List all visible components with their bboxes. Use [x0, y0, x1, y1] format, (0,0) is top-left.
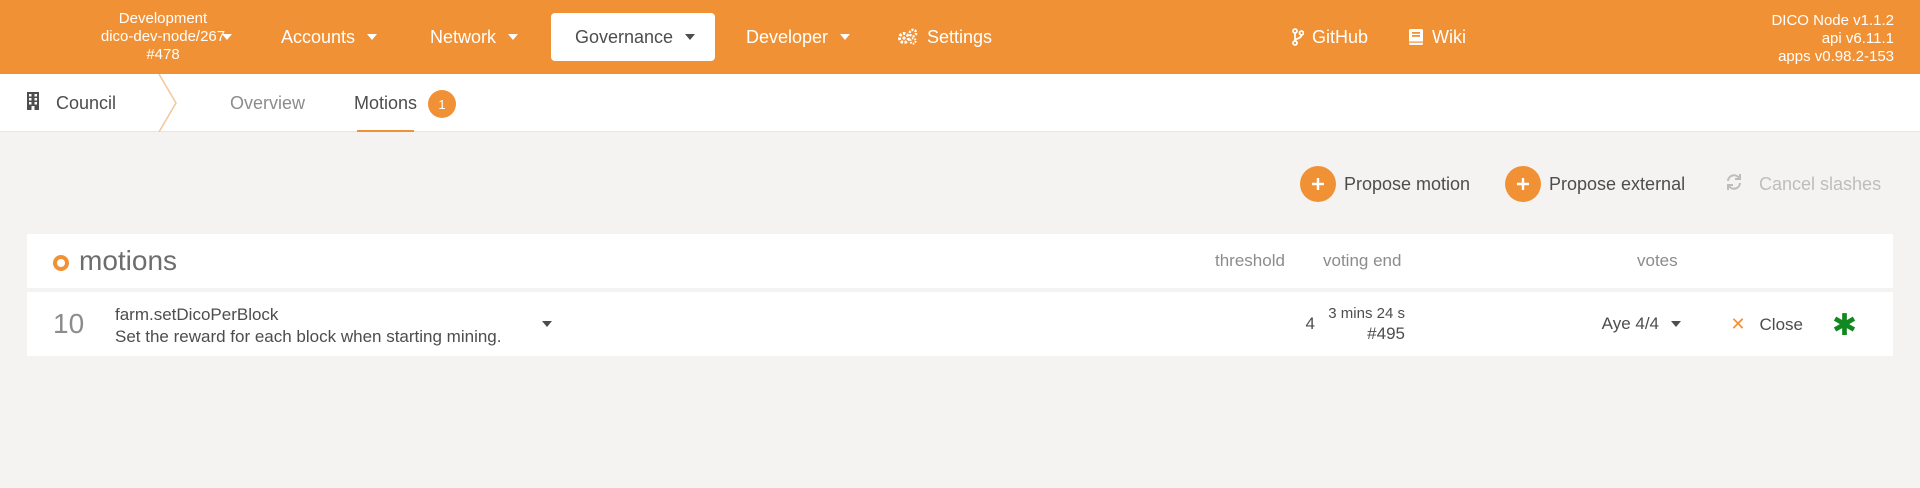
propose-motion-button[interactable]: Propose motion	[1300, 166, 1470, 202]
propose-external-button[interactable]: Propose external	[1505, 166, 1685, 202]
top-navbar: Development dico-dev-node/267 #478 Accou…	[0, 0, 1920, 74]
cancel-slashes-button[interactable]: Cancel slashes	[1725, 166, 1881, 202]
sub-navbar: Council Overview Motions 1	[0, 74, 1920, 132]
chain-name: Development	[118, 10, 208, 27]
nav-accounts[interactable]: Accounts	[257, 13, 401, 61]
circle-icon	[53, 255, 69, 271]
api-version: api v6.11.1	[1821, 30, 1894, 47]
node-name: dico-dev-node/267	[100, 28, 226, 45]
wiki-link[interactable]: Wiki	[1384, 13, 1490, 61]
voting-end-time: 3 mins 24 s	[1328, 305, 1405, 322]
chevron-down-icon	[367, 34, 378, 40]
wiki-label: Wiki	[1432, 26, 1466, 47]
proposal-description: Set the reward for each block when start…	[115, 327, 502, 346]
close-motion-button[interactable]: ✕ Close	[1730, 314, 1803, 335]
book-icon	[1408, 28, 1424, 46]
table-title: motions	[53, 234, 177, 288]
proposal-call: farm.setDicoPerBlock	[115, 305, 279, 324]
breadcrumb-separator	[158, 74, 177, 132]
nav-governance-label: Governance	[575, 26, 674, 47]
nav-developer-label: Developer	[746, 26, 829, 47]
refresh-icon	[1725, 173, 1743, 196]
voting-end-block: #495	[1367, 324, 1405, 343]
cancel-slashes-label: Cancel slashes	[1759, 173, 1882, 194]
chevron-down-icon	[685, 34, 696, 40]
tab-motions-label: Motions	[354, 92, 418, 113]
github-label: GitHub	[1312, 26, 1369, 47]
propose-external-label: Propose external	[1549, 173, 1686, 194]
gears-icon	[897, 28, 919, 46]
table-title-label: motions	[79, 245, 178, 276]
propose-motion-label: Propose motion	[1344, 173, 1471, 194]
plus-icon	[1300, 166, 1336, 202]
nav-settings-label: Settings	[927, 26, 993, 47]
version-info: DICO Node v1.1.2 api v6.11.1 apps v0.98.…	[1771, 12, 1894, 66]
nav-settings[interactable]: Settings	[873, 13, 1016, 61]
nav-governance[interactable]: Governance	[551, 13, 715, 61]
asterisk-icon: ✱	[1831, 309, 1857, 342]
column-threshold: threshold	[1215, 251, 1285, 270]
voting-end-value: 3 mins 24 s #495	[1328, 304, 1405, 344]
nav-accounts-label: Accounts	[281, 26, 356, 47]
tab-overview-label: Overview	[230, 92, 306, 113]
nav-network[interactable]: Network	[406, 13, 542, 61]
building-icon	[26, 91, 40, 115]
apps-version: apps v0.98.2-153	[1778, 48, 1894, 65]
motions-table-header: motions threshold voting end votes	[27, 234, 1893, 288]
node-version: DICO Node v1.1.2	[1771, 12, 1894, 29]
motions-count-badge: 1	[428, 90, 456, 118]
chevron-down-icon	[222, 34, 232, 40]
close-label: Close	[1759, 314, 1803, 334]
code-branch-icon	[1292, 28, 1304, 46]
nav-developer[interactable]: Developer	[722, 13, 874, 61]
close-icon: ✕	[1730, 314, 1746, 334]
tab-motions[interactable]: Motions	[354, 74, 417, 132]
votes-label: Aye 4/4	[1601, 314, 1659, 333]
best-block: #478	[146, 46, 180, 63]
chain-selector[interactable]: Development dico-dev-node/267 #478	[88, 10, 238, 64]
github-link[interactable]: GitHub	[1268, 13, 1392, 61]
section-title: Council	[26, 74, 116, 132]
tab-overview[interactable]: Overview	[230, 74, 305, 132]
nav-network-label: Network	[430, 26, 497, 47]
threshold-value: 4	[1305, 314, 1315, 333]
table-row: 10 farm.setDicoPerBlock Set the reward f…	[27, 292, 1893, 356]
chevron-down-icon	[1671, 321, 1681, 327]
chevron-down-icon	[508, 34, 519, 40]
expand-details-button[interactable]	[542, 321, 552, 327]
motion-index: 10	[53, 308, 85, 339]
column-votes: votes	[1637, 251, 1678, 270]
plus-icon	[1505, 166, 1541, 202]
chevron-down-icon	[840, 34, 851, 40]
column-voting-end: voting end	[1323, 251, 1402, 270]
section-title-label: Council	[56, 92, 117, 113]
votes-dropdown[interactable]: Aye 4/4	[1602, 314, 1681, 334]
